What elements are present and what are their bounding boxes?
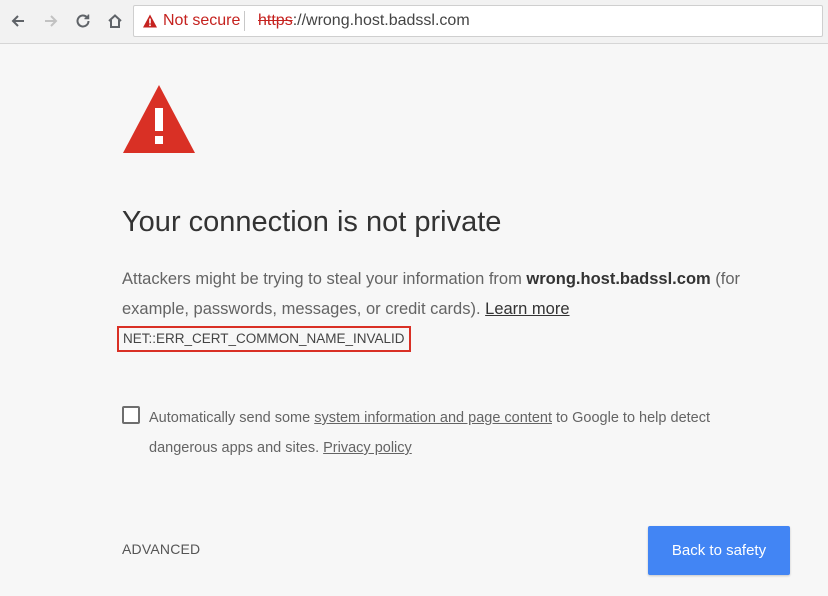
learn-more-link[interactable]: Learn more	[485, 300, 569, 318]
forward-arrow-icon	[45, 15, 58, 27]
back-to-safety-button[interactable]: Back to safety	[648, 526, 790, 575]
alert-triangle-icon	[123, 85, 195, 153]
page-title: Your connection is not private	[122, 206, 502, 238]
advanced-button[interactable]: ADVANCED	[122, 541, 200, 557]
back-arrow-icon	[11, 15, 24, 27]
reload-button[interactable]	[70, 8, 96, 34]
security-indicator[interactable]: Not secure	[142, 6, 240, 36]
omnibox-divider	[244, 11, 245, 31]
url-text[interactable]: https://wrong.host.badssl.com	[258, 6, 470, 36]
home-icon	[108, 14, 122, 28]
browser-toolbar: Not secure https://wrong.host.badssl.com	[0, 0, 828, 44]
system-info-link[interactable]: system information and page content	[314, 410, 552, 426]
send-info-label: Automatically send some system informati…	[149, 403, 749, 463]
send-info-checkbox[interactable]	[122, 406, 140, 424]
url-scheme: https	[258, 12, 293, 29]
forward-button[interactable]	[38, 8, 64, 34]
security-label: Not secure	[163, 12, 241, 29]
address-bar[interactable]: Not secure https://wrong.host.badssl.com	[133, 5, 823, 37]
back-button[interactable]	[5, 8, 31, 34]
optin-prefix: Automatically send some	[149, 410, 315, 426]
description-prefix: Attackers might be trying to steal your …	[122, 270, 527, 288]
privacy-policy-link[interactable]: Privacy policy	[323, 440, 412, 456]
reload-icon	[76, 14, 90, 28]
error-code: NET::ERR_CERT_COMMON_NAME_INVALID	[117, 326, 411, 352]
host-name: wrong.host.badssl.com	[526, 270, 711, 288]
home-button[interactable]	[102, 8, 128, 34]
warning-description: Attackers might be trying to steal your …	[122, 264, 782, 324]
url-host: ://wrong.host.badssl.com	[292, 12, 470, 29]
warning-triangle-icon	[143, 14, 157, 28]
